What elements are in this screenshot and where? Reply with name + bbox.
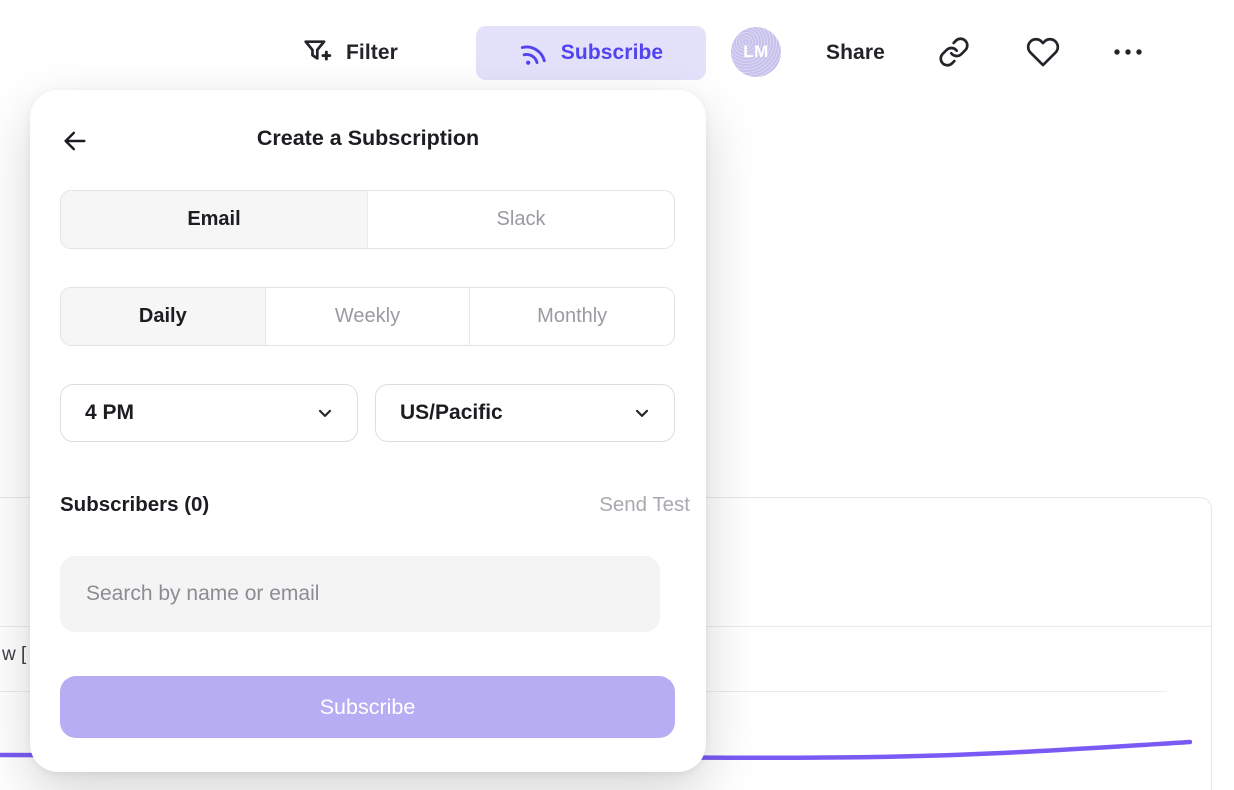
- page: w [ Filter Subscribe: [0, 0, 1234, 790]
- create-subscription-popover: Create a Subscription Email Slack Daily …: [30, 90, 706, 772]
- ellipsis-icon: [1109, 33, 1147, 71]
- frequency-tabs: Daily Weekly Monthly: [60, 287, 675, 346]
- tab-daily[interactable]: Daily: [61, 288, 266, 345]
- subscribe-toolbar-label: Subscribe: [561, 41, 663, 65]
- tab-monthly[interactable]: Monthly: [470, 288, 674, 345]
- avatar[interactable]: LM: [731, 27, 781, 77]
- share-label: Share: [826, 41, 885, 65]
- share-button[interactable]: Share: [826, 26, 885, 80]
- popover-header: Create a Subscription: [30, 118, 706, 162]
- channel-tabs: Email Slack: [60, 190, 675, 249]
- toolbar: Filter Subscribe LM Share: [0, 0, 1234, 92]
- tab-slack[interactable]: Slack: [368, 191, 674, 248]
- subscribers-count-label: Subscribers (0): [60, 493, 209, 517]
- tab-weekly[interactable]: Weekly: [266, 288, 471, 345]
- rss-icon: [516, 35, 552, 71]
- timezone-select[interactable]: US/Pacific: [375, 384, 675, 442]
- avatar-initials: LM: [743, 42, 769, 62]
- link-icon: [938, 36, 970, 68]
- more-options-button[interactable]: [1110, 34, 1146, 70]
- heart-icon: [1026, 35, 1060, 69]
- filter-plus-icon: [300, 36, 334, 70]
- time-select[interactable]: 4 PM: [60, 384, 358, 442]
- filter-button[interactable]: Filter: [300, 26, 398, 80]
- filter-label: Filter: [346, 41, 398, 65]
- favorite-button[interactable]: [1025, 34, 1061, 70]
- tab-email[interactable]: Email: [61, 191, 368, 248]
- copy-link-button[interactable]: [936, 34, 972, 70]
- clipped-legend-text: w [: [2, 644, 26, 666]
- subscriber-search-input[interactable]: [60, 556, 660, 632]
- send-test-link[interactable]: Send Test: [599, 493, 690, 517]
- time-select-value: 4 PM: [85, 401, 134, 425]
- subscribe-toolbar-button[interactable]: Subscribe: [476, 26, 706, 80]
- popover-title: Create a Subscription: [30, 126, 706, 151]
- subscribers-row: Subscribers (0) Send Test: [60, 493, 690, 517]
- chevron-down-icon: [315, 403, 335, 423]
- chevron-down-icon: [632, 403, 652, 423]
- subscribe-submit-button[interactable]: Subscribe: [60, 676, 675, 738]
- timezone-select-value: US/Pacific: [400, 401, 503, 425]
